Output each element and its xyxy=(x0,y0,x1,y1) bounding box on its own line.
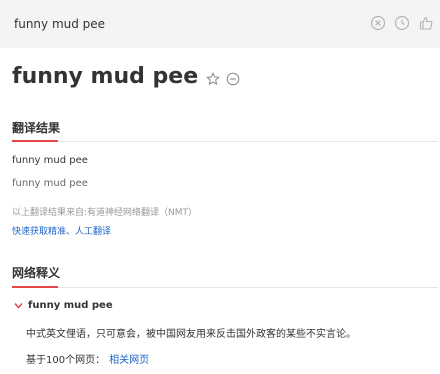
translation-result: funny mud pee xyxy=(12,155,88,166)
fast-precise-link[interactable]: 快速获取精准 xyxy=(12,227,66,237)
star-icon[interactable] xyxy=(206,71,221,86)
web-meaning-term-row[interactable]: funny mud pee xyxy=(14,300,113,311)
link-separator: 、 xyxy=(66,227,76,237)
search-input[interactable] xyxy=(8,12,344,36)
chevron-down-icon xyxy=(14,303,23,309)
translation-secondary: funny mud pee xyxy=(12,178,88,189)
translation-source-note: 以上翻译结果来自:有道神经网络翻译（NMT） xyxy=(12,208,198,218)
web-meaning-source: 基于100个网页： 相关网页 xyxy=(26,351,149,366)
word-header: funny mud pee xyxy=(12,64,240,89)
web-meaning-term: funny mud pee xyxy=(28,300,113,311)
history-icon[interactable] xyxy=(394,15,410,31)
web-meaning-heading: 网络释义 xyxy=(12,266,61,280)
clear-icon[interactable] xyxy=(370,15,386,31)
section-accent xyxy=(12,286,58,288)
human-translation-link[interactable]: 人工翻译 xyxy=(75,227,111,237)
web-meaning-divider xyxy=(12,286,438,288)
thumbs-up-icon[interactable] xyxy=(418,15,434,31)
page-title: funny mud pee xyxy=(12,64,199,89)
web-source-prefix: 基于100个网页： xyxy=(26,355,106,366)
more-options-icon[interactable] xyxy=(226,71,240,86)
section-accent xyxy=(12,140,58,142)
related-pages-link[interactable]: 相关网页 xyxy=(109,355,149,366)
translation-heading: 翻译结果 xyxy=(12,121,61,135)
web-meaning-description: 中式英文俚语，只可意会，被中国网友用来反击国外政客的某些不实言论。 xyxy=(26,329,356,340)
search-bar xyxy=(0,0,440,48)
translation-links: 快速获取精准、人工翻译 xyxy=(12,224,111,237)
search-actions xyxy=(370,15,434,31)
translation-divider xyxy=(12,140,438,142)
